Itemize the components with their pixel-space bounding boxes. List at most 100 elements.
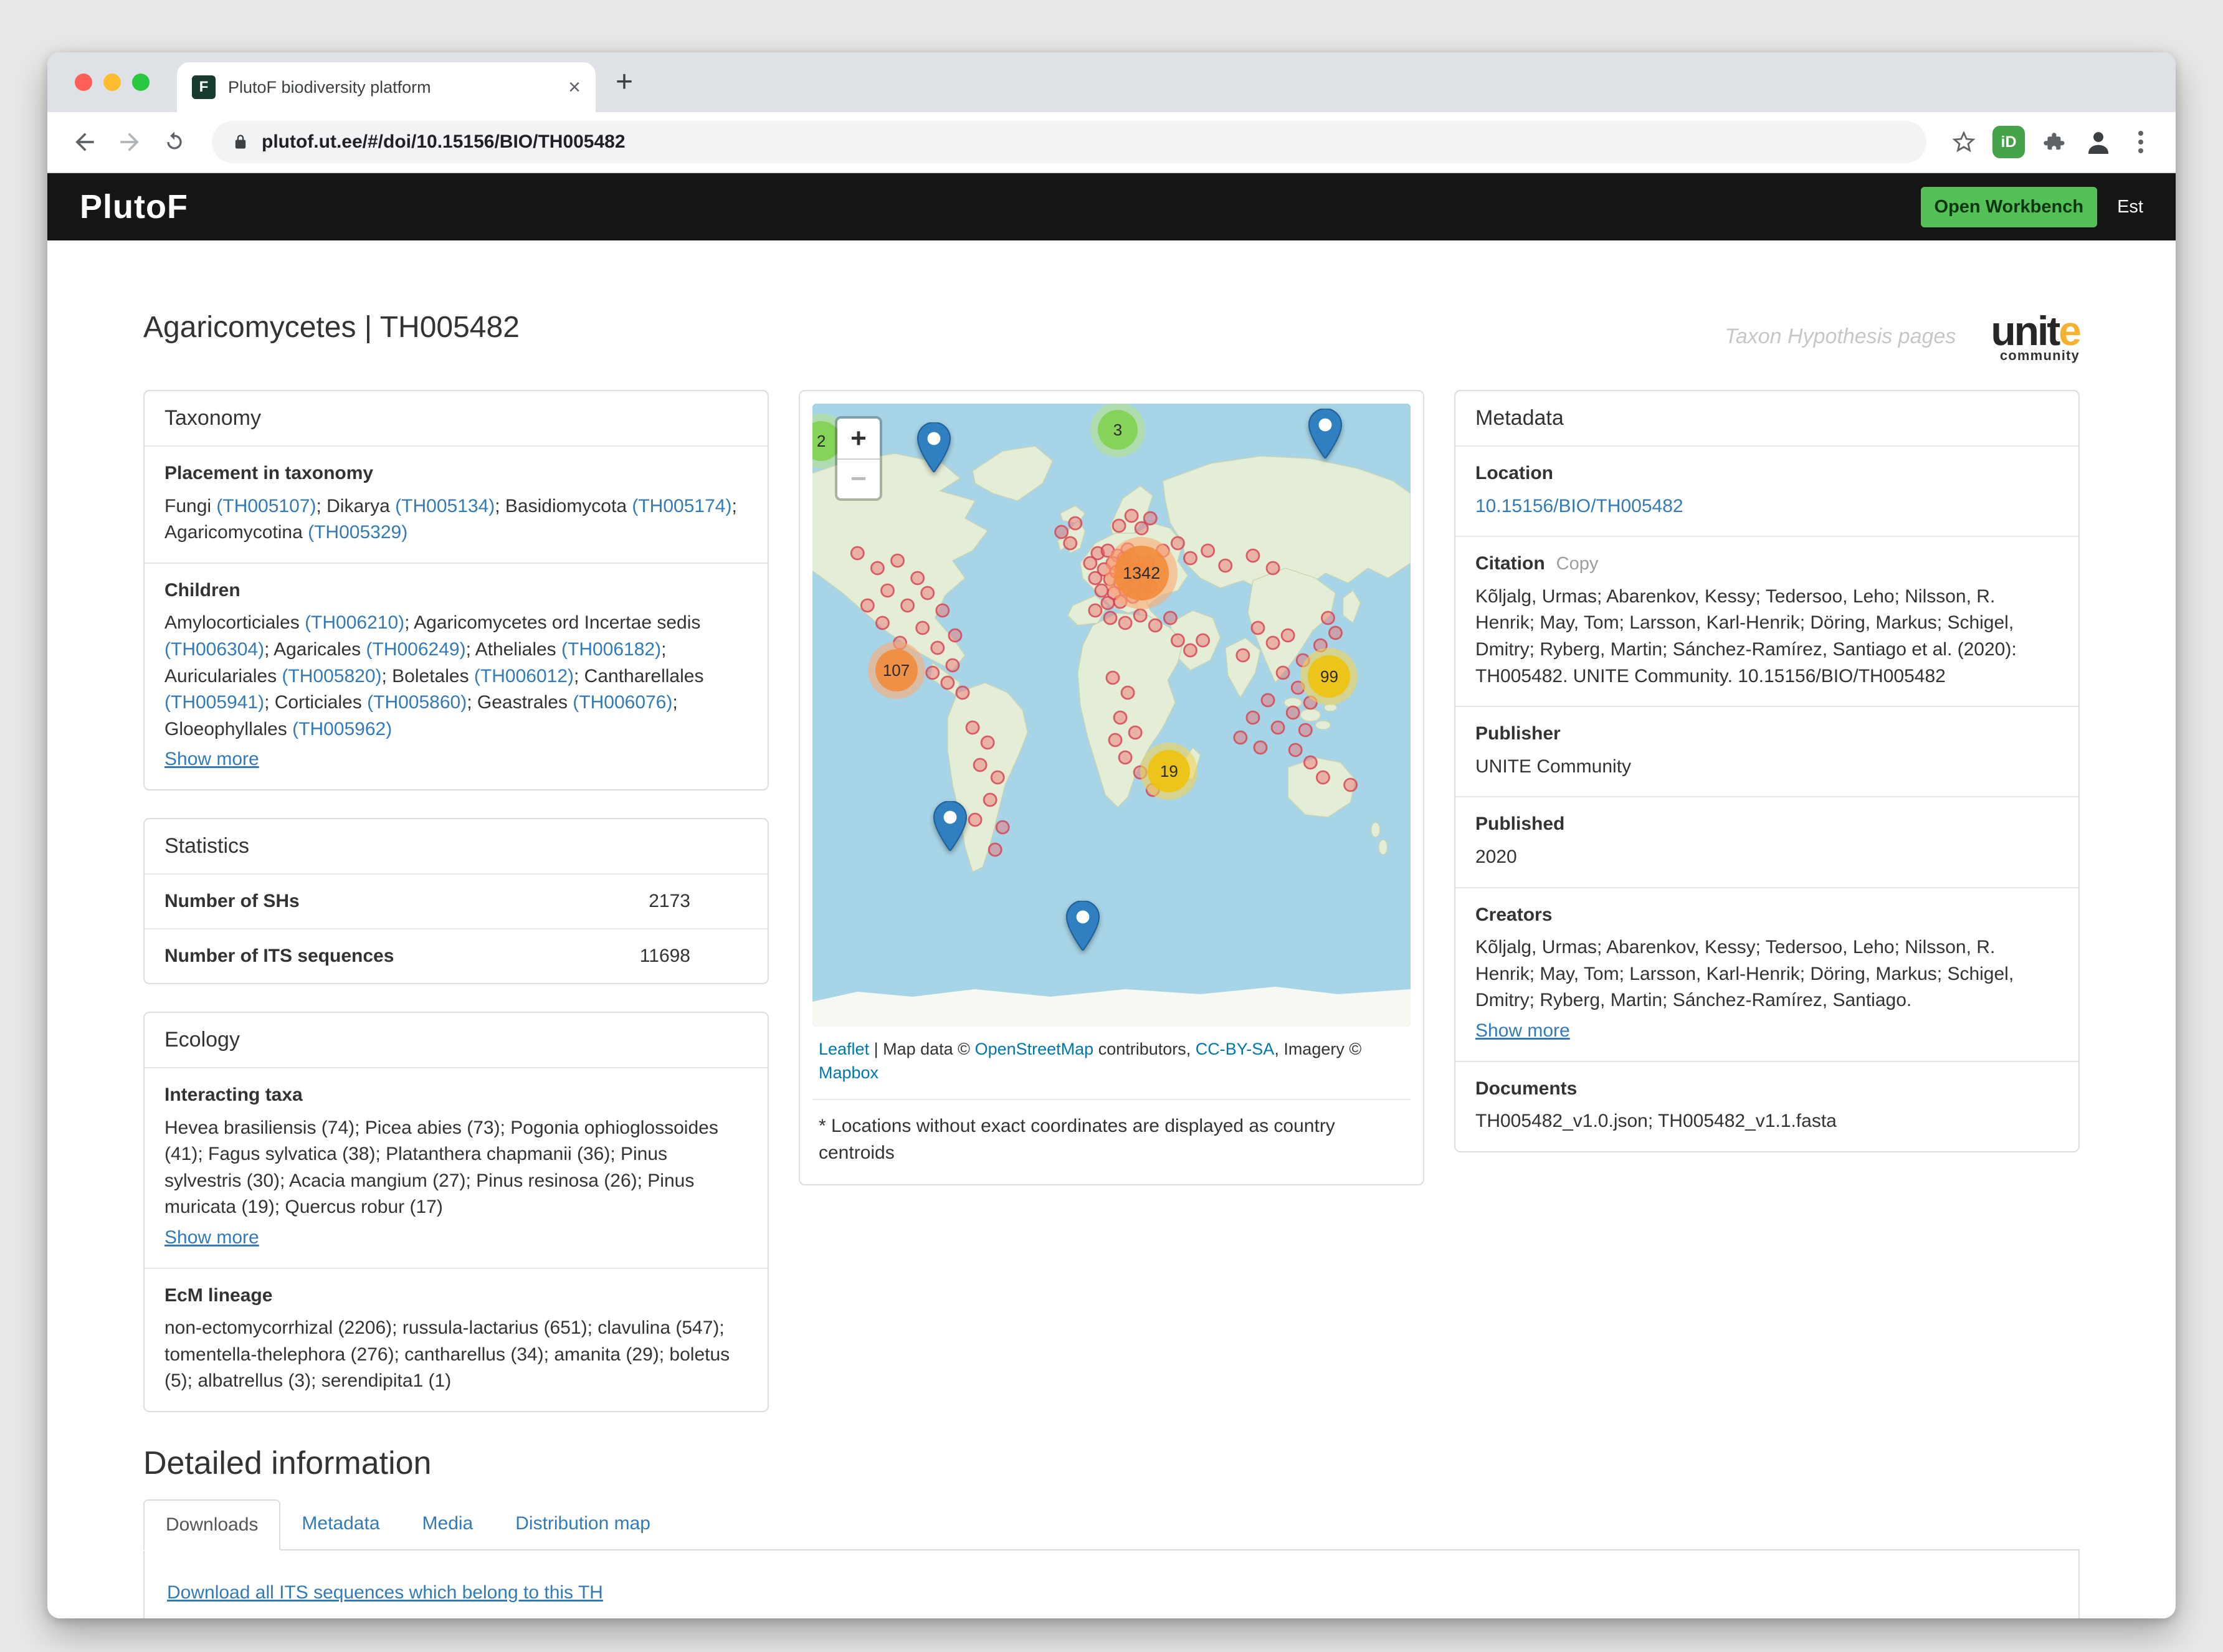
attribution-link-openstreetmap[interactable]: OpenStreetMap — [975, 1040, 1094, 1058]
open-workbench-button[interactable]: Open Workbench — [1921, 187, 2098, 227]
publisher-text: UNITE Community — [1475, 754, 2059, 781]
reload-icon[interactable] — [155, 122, 194, 162]
fullscreen-window-button[interactable] — [132, 74, 150, 91]
metadata-section-citation: CitationCopyKõljalg, Urmas; Abarenkov, K… — [1455, 537, 2078, 707]
tab-metadata[interactable]: Metadata — [280, 1499, 401, 1549]
taxon-link-TH006249[interactable]: (TH006249) — [366, 639, 466, 660]
minimize-window-button[interactable] — [103, 74, 121, 91]
attribution-link-cc-by-sa[interactable]: CC-BY-SA — [1196, 1040, 1275, 1058]
statistic-row: Number of ITS sequences11698 — [145, 929, 768, 983]
map-pin-2[interactable] — [1308, 409, 1343, 463]
ecm-lineage-text: non-ectomycorrhizal (2206); russula-lact… — [164, 1315, 748, 1395]
tab-close-icon[interactable]: × — [568, 77, 581, 98]
taxon-link-TH005820[interactable]: (TH005820) — [282, 666, 381, 686]
ecology-header: Ecology — [145, 1013, 768, 1068]
lock-icon — [232, 133, 249, 151]
taxon-link-TH005174[interactable]: (TH005174) — [632, 496, 731, 516]
taxon-link-TH006182[interactable]: (TH006182) — [561, 639, 661, 660]
attribution-link-mapbox[interactable]: Mapbox — [819, 1063, 878, 1082]
map-attribution: Leaflet | Map data © OpenStreetMap contr… — [812, 1027, 1411, 1099]
children-section: Children Amylocorticiales (TH006210); Ag… — [145, 564, 768, 789]
creators-text: Kõljalg, Urmas; Abarenkov, Kessy; Teders… — [1475, 934, 2059, 1014]
taxon-link-TH005329[interactable]: (TH005329) — [308, 522, 407, 543]
map-cluster-3[interactable]: 3 — [1090, 404, 1145, 457]
close-window-button[interactable] — [75, 74, 92, 91]
taxon-link-TH005962[interactable]: (TH005962) — [292, 719, 392, 739]
taxon-link-TH005860[interactable]: (TH005860) — [367, 692, 467, 713]
map-pin-4[interactable] — [1065, 901, 1100, 956]
taxon-link-TH006304[interactable]: (TH006304) — [164, 639, 264, 660]
tab-downloads[interactable]: Downloads — [143, 1499, 280, 1550]
page-title: Agaricomycetes | TH005482 — [143, 310, 520, 344]
metadata-section-creators: CreatorsKõljalg, Urmas; Abarenkov, Kessy… — [1455, 888, 2078, 1062]
statistics-header: Statistics — [145, 819, 768, 875]
taxon-hypothesis-pages-label: Taxon Hypothesis pages — [1725, 325, 1956, 349]
copy-citation-button[interactable]: Copy — [1556, 554, 1599, 574]
plutof-favicon: F — [192, 75, 216, 99]
download-its-sequences-link[interactable]: Download all ITS sequences which belong … — [167, 1582, 603, 1603]
taxonomy-card: Taxonomy Placement in taxonomy Fungi (TH… — [143, 390, 769, 790]
map-cluster-1342[interactable]: 1342 — [1105, 537, 1178, 609]
orcid-extension-icon[interactable]: iD — [1989, 122, 2029, 162]
interacting-taxa-label: Interacting taxa — [164, 1082, 748, 1109]
ecm-lineage-label: EcM lineage — [164, 1283, 748, 1309]
map-pin-1[interactable] — [916, 422, 951, 477]
taxonomy-show-more-link[interactable]: Show more — [164, 746, 259, 773]
attribution-link-leaflet[interactable]: Leaflet — [819, 1040, 869, 1058]
creators-show-more-link[interactable]: Show more — [1475, 1018, 1570, 1045]
bookmark-star-icon[interactable] — [1944, 122, 1984, 162]
detailed-tabs: DownloadsMetadataMediaDistribution map — [143, 1499, 2080, 1550]
taxon-link-TH006210[interactable]: (TH006210) — [305, 612, 404, 633]
window-controls — [75, 74, 150, 91]
zoom-out-button[interactable]: − — [837, 458, 880, 498]
metadata-header: Metadata — [1455, 391, 2078, 447]
metadata-section-documents: DocumentsTH005482_v1.0.json; TH005482_v1… — [1455, 1062, 2078, 1151]
tab-media[interactable]: Media — [401, 1499, 495, 1549]
zoom-in-button[interactable]: + — [837, 419, 880, 458]
profile-avatar-icon[interactable] — [2078, 122, 2118, 162]
taxon-link-TH005941[interactable]: (TH005941) — [164, 692, 264, 713]
placement-list: Fungi (TH005107); Dikarya (TH005134); Ba… — [164, 493, 748, 546]
plutof-navbar: PlutoF Open Workbench Est — [47, 173, 2176, 240]
back-icon[interactable] — [65, 122, 105, 162]
map-cluster-99[interactable]: 99 — [1300, 648, 1358, 705]
citation-text: Kõljalg, Urmas; Abarenkov, Kessy; Teders… — [1475, 584, 2059, 690]
taxon-link-TH005107[interactable]: (TH005107) — [216, 496, 316, 516]
documents-text: TH005482_v1.0.json; TH005482_v1.1.fasta — [1475, 1108, 2059, 1135]
page-content: Agaricomycetes | TH005482 Taxon Hypothes… — [47, 240, 2176, 1618]
detailed-information-heading: Detailed information — [143, 1445, 2080, 1482]
taxon-link-TH006012[interactable]: (TH006012) — [474, 666, 574, 686]
language-switch-est[interactable]: Est — [2117, 197, 2143, 217]
desktop-background: F PlutoF biodiversity platform × + pluto… — [0, 0, 2223, 1652]
extensions-puzzle-icon[interactable] — [2034, 122, 2073, 162]
tab-distribution-map[interactable]: Distribution map — [494, 1499, 672, 1549]
placement-in-taxonomy-section: Placement in taxonomy Fungi (TH005107); … — [145, 447, 768, 564]
forward-icon[interactable] — [110, 122, 150, 162]
distribution-map-card: + − 2313421079919 Leaflet | Map data © O… — [799, 390, 1424, 1185]
children-list: Amylocorticiales (TH006210); Agaricomyce… — [164, 610, 748, 743]
address-bar[interactable]: plutof.ut.ee/#/doi/10.15156/BIO/TH005482 — [212, 121, 1926, 163]
map-pin-3[interactable] — [933, 801, 968, 856]
doi-location-link[interactable]: 10.15156/BIO/TH005482 — [1475, 496, 1683, 516]
world-map-svg — [812, 404, 1411, 1027]
metadata-section-location: Location10.15156/BIO/TH005482 — [1455, 447, 2078, 537]
tab-title: PlutoF biodiversity platform — [228, 78, 556, 97]
distribution-map[interactable]: + − 2313421079919 — [812, 404, 1411, 1027]
taxon-link-TH006076[interactable]: (TH006076) — [573, 692, 672, 713]
taxonomy-header: Taxonomy — [145, 391, 768, 447]
browser-tab-strip: F PlutoF biodiversity platform × + — [47, 52, 2176, 112]
new-tab-button[interactable]: + — [616, 67, 633, 97]
children-label: Children — [164, 577, 748, 604]
browser-tab[interactable]: F PlutoF biodiversity platform × — [177, 62, 596, 112]
ecology-show-more-link[interactable]: Show more — [164, 1225, 259, 1251]
statistics-card: Statistics Number of SHs2173Number of IT… — [143, 818, 769, 984]
map-cluster-107[interactable]: 107 — [868, 642, 925, 699]
map-cluster-19[interactable]: 19 — [1140, 743, 1197, 800]
ecology-card: Ecology Interacting taxa Hevea brasilien… — [143, 1012, 769, 1412]
map-centroid-note: * Locations without exact coordinates ar… — [812, 1099, 1411, 1172]
interacting-taxa-text: Hevea brasiliensis (74); Picea abies (73… — [164, 1115, 748, 1221]
map-zoom-control: + − — [835, 416, 882, 501]
browser-menu-icon[interactable] — [2123, 122, 2158, 162]
taxon-link-TH005134[interactable]: (TH005134) — [395, 496, 495, 516]
plutof-logo[interactable]: PlutoF — [80, 188, 188, 226]
